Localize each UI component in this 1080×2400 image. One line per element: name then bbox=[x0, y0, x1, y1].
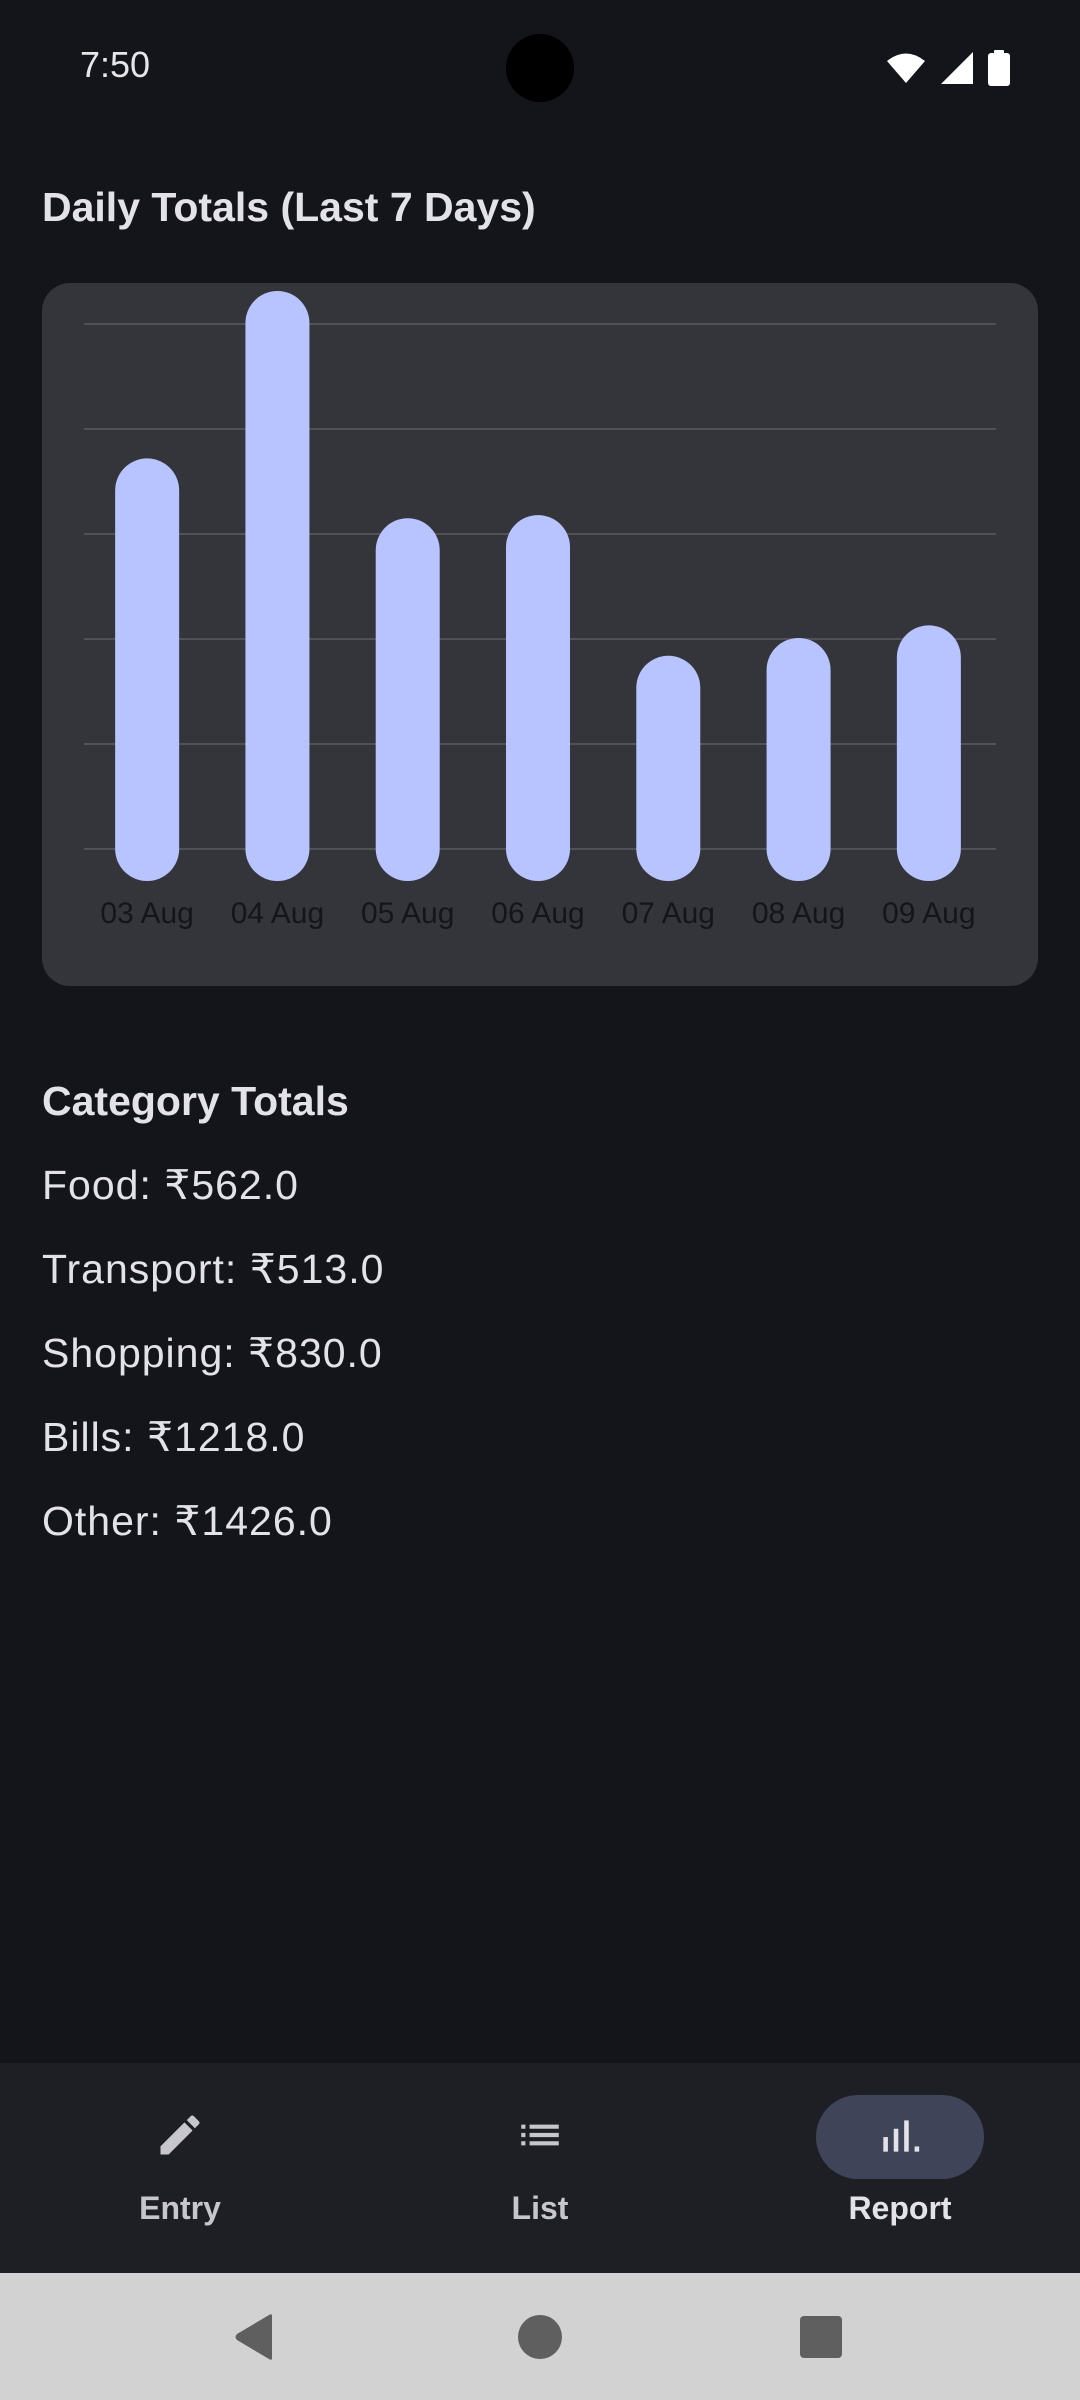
daily-totals-bar-chart: 03 Aug 04 Aug 05 Aug 06 Aug 07 Aug 08 Aug 09 A… bbox=[84, 291, 996, 930]
chart-bar-07-aug bbox=[636, 655, 701, 881]
status-icons bbox=[886, 50, 1010, 86]
category-total-transport: Transport: ₹513.0 bbox=[42, 1246, 385, 1292]
bottom-navigation-bar: Entry List Report bbox=[0, 2063, 1080, 2273]
category-total-other: Other: ₹1426.0 bbox=[42, 1498, 333, 1544]
nav-item-list-label: List bbox=[511, 2190, 569, 2226]
wifi-icon bbox=[886, 52, 926, 84]
nav-item-entry-label: Entry bbox=[139, 2190, 221, 2226]
chart-x-label: 08 Aug bbox=[752, 897, 845, 930]
pencil-icon bbox=[154, 2109, 206, 2166]
recents-icon[interactable] bbox=[800, 2316, 842, 2358]
chart-bar-04-aug bbox=[245, 291, 310, 881]
chart-bar-09-aug bbox=[896, 625, 961, 881]
status-time: 7:50 bbox=[80, 44, 151, 85]
chart-x-label: 04 Aug bbox=[231, 897, 324, 930]
cellular-signal-icon bbox=[940, 51, 974, 85]
bar-chart-icon bbox=[875, 2110, 925, 2165]
home-icon[interactable] bbox=[516, 2313, 564, 2361]
chart-bar-03-aug bbox=[115, 458, 180, 881]
category-total-food: Food: ₹562.0 bbox=[42, 1162, 299, 1208]
nav-item-report[interactable]: Report bbox=[720, 2063, 1080, 2273]
chart-x-label: 03 Aug bbox=[100, 897, 193, 930]
nav-item-entry[interactable]: Entry bbox=[0, 2063, 360, 2273]
category-total-bills: Bills: ₹1218.0 bbox=[42, 1414, 306, 1460]
nav-item-entry-indicator bbox=[96, 2095, 264, 2179]
daily-totals-title: Daily Totals (Last 7 Days) bbox=[42, 184, 536, 230]
battery-icon bbox=[988, 50, 1010, 86]
system-navigation-bar bbox=[0, 2273, 1080, 2400]
category-totals-list: Food: ₹562.0 Transport: ₹513.0 Shopping:… bbox=[42, 1155, 384, 1575]
category-total-shopping: Shopping: ₹830.0 bbox=[42, 1330, 383, 1376]
chart-bar-06-aug bbox=[506, 515, 570, 881]
chart-x-label: 06 Aug bbox=[491, 897, 584, 930]
list-icon bbox=[515, 2110, 565, 2165]
daily-totals-chart-card: 03 Aug 04 Aug 05 Aug 06 Aug 07 Aug 08 Aug 09 A… bbox=[42, 283, 1038, 986]
chart-x-label: 09 Aug bbox=[882, 897, 975, 930]
report-screen: 7:50 Daily Totals (Last 7 Days) 03 Aug 0… bbox=[0, 0, 1080, 2400]
category-totals-title: Category Totals bbox=[42, 1078, 349, 1124]
chart-x-label: 07 Aug bbox=[622, 897, 715, 930]
back-icon[interactable] bbox=[232, 2313, 276, 2361]
nav-item-report-label: Report bbox=[848, 2190, 952, 2226]
nav-item-list-indicator bbox=[456, 2095, 624, 2179]
chart-bar-05-aug bbox=[375, 518, 440, 881]
chart-bar-08-aug bbox=[766, 637, 831, 881]
camera-cutout bbox=[506, 34, 574, 102]
chart-x-label: 05 Aug bbox=[361, 897, 454, 930]
status-bar: 7:50 bbox=[0, 0, 1080, 135]
nav-item-list[interactable]: List bbox=[360, 2063, 720, 2273]
nav-item-report-indicator bbox=[816, 2095, 984, 2179]
